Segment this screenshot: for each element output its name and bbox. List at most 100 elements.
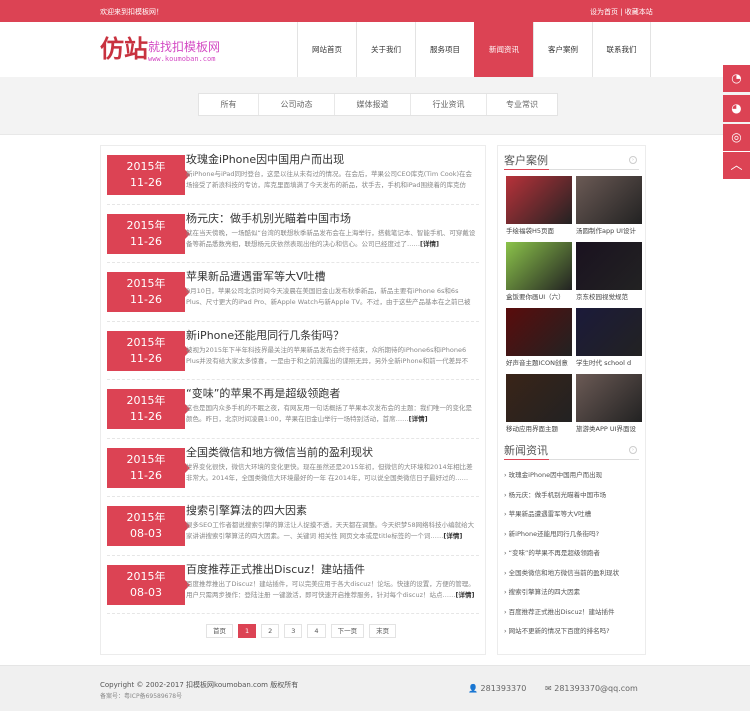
page-link[interactable]: 1 [238, 624, 257, 638]
filter-tab[interactable]: 专业常识 [487, 94, 557, 115]
topbar-links[interactable]: 设为首页 | 收藏本站 [590, 7, 653, 17]
news-link[interactable]: “变味”的苹果不再是超级领跑者 [509, 549, 600, 557]
news-item[interactable]: › 新iPhone还能甩同行几条街吗? [504, 525, 639, 545]
news-link[interactable]: 玫瑰金iPhone因中国用户而出现 [509, 471, 602, 479]
news-item[interactable]: › 搜索引擎算法的四大因素 [504, 583, 639, 603]
case-thumbnail[interactable] [506, 242, 572, 290]
nav-item[interactable]: 联系我们 [592, 22, 651, 77]
case-thumbnail[interactable] [506, 374, 572, 422]
news-item[interactable]: › 网站不更新的情况下百度的排名吗? [504, 622, 639, 642]
date-badge: 2015年 08-03 [107, 564, 190, 605]
case-thumbnail[interactable] [576, 176, 642, 224]
summary-text: 新iPhone与iPad同时登台，这是以往从未有过的情况。在会后，苹果公司CEO… [186, 170, 473, 189]
more-cases-icon[interactable]: › [629, 156, 637, 164]
more-news-icon[interactable]: › [629, 446, 637, 454]
case-thumbnail[interactable] [576, 242, 642, 290]
case-item[interactable]: 旅游类APP UI界面设 [576, 374, 642, 436]
nav-item[interactable]: 服务项目 [415, 22, 474, 77]
case-caption[interactable]: 好声音主题ICON创意 [506, 356, 572, 370]
email-address[interactable]: 281393370@qq.com [554, 684, 638, 693]
page-link[interactable]: 下一页 [330, 624, 365, 638]
case-item[interactable]: 京东校园视觉规范 [576, 242, 642, 304]
nav-item[interactable]: 关于我们 [356, 22, 415, 77]
case-item[interactable]: 学生时代 school d [576, 308, 642, 370]
case-thumbnail[interactable] [506, 176, 572, 224]
case-thumbnail[interactable] [506, 308, 572, 356]
article-summary: 9月10日，苹果公司北京时间今天凌晨在美国旧金山发布秋季新品，新品主要有iPho… [186, 286, 476, 308]
date-day: 11-26 [130, 293, 162, 306]
article-title[interactable]: 苹果新品遭遇雷军等大V吐槽 [186, 268, 326, 284]
cases-header: 客户案例 › [504, 152, 639, 170]
footer: Copyright © 2002-2017 扣模板网koumoban.com 版… [0, 665, 750, 711]
filter-tab[interactable]: 公司动态 [259, 94, 335, 115]
article-list: 2015年 11-26 玫瑰金iPhone因中国用户而出现新iPhone与iPad同… [100, 145, 486, 655]
page-link[interactable]: 4 [307, 624, 326, 638]
icp-number[interactable]: 备案号：粤ICP备69589678号 [100, 691, 182, 700]
read-more-link[interactable]: [详情] [443, 532, 462, 540]
news-item[interactable]: › 全国类微信和地方微信当前的盈利现状 [504, 564, 639, 584]
article-title[interactable]: 百度推荐正式推出Discuz！建站插件 [186, 561, 365, 577]
logo[interactable]: 仿站 就找扣模板网 www.koumoban.com [100, 35, 220, 64]
welcome-text: 欢迎来到扣模板网！ [100, 8, 163, 16]
case-caption[interactable]: 旅游类APP UI界面设 [576, 422, 642, 436]
case-item[interactable]: 盒饭要你画UI（六） [506, 242, 572, 304]
read-more-link[interactable]: [详情] [420, 240, 439, 248]
page-link[interactable]: 2 [261, 624, 280, 638]
news-item[interactable]: › 苹果新品遭遇雷军等大V吐槽 [504, 505, 639, 525]
news-link[interactable]: 百度推荐正式推出Discuz！建站插件 [509, 608, 615, 616]
article-title[interactable]: 玫瑰金iPhone因中国用户而出现 [186, 151, 344, 167]
article-summary: 被视为2015年下半年科技界最关注的苹果新品发布会终于结束，众所期待的iPhon… [186, 345, 476, 367]
article-title[interactable]: “变味”的苹果不再是超级领跑者 [186, 385, 340, 401]
logo-url: www.koumoban.com [148, 55, 216, 63]
back-to-top-icon[interactable]: ︿ [723, 152, 750, 179]
case-caption[interactable]: 手绘福袋H5页面 [506, 224, 572, 238]
case-item[interactable]: 好声音主题ICON创意 [506, 308, 572, 370]
case-item[interactable]: 移动应用界面主题 [506, 374, 572, 436]
case-item[interactable]: 手绘福袋H5页面 [506, 176, 572, 238]
news-item[interactable]: › 杨元庆：做手机别光瞄着中国市场 [504, 486, 639, 506]
news-link[interactable]: 新iPhone还能甩同行几条街吗? [509, 530, 599, 538]
qq-icon[interactable]: ◔ [723, 65, 750, 92]
article-title[interactable]: 搜索引擎算法的四大因素 [186, 502, 307, 518]
article-item: 2015年 11-26 苹果新品遭遇雷军等大V吐槽 9月10日，苹果公司北京时间今天凌… [107, 263, 479, 322]
news-item[interactable]: › 百度推荐正式推出Discuz！建站插件 [504, 603, 639, 623]
case-thumbnail[interactable] [576, 308, 642, 356]
news-link[interactable]: 杨元庆：做手机别光瞄着中国市场 [509, 491, 607, 499]
nav-item[interactable]: 客户案例 [533, 22, 592, 77]
news-link[interactable]: 苹果新品遭遇雷军等大V吐槽 [509, 510, 591, 518]
case-caption[interactable]: 京东校园视觉规范 [576, 290, 642, 304]
filter-band: 所有 公司动态 媒体报道 行业资讯 专业常识 [0, 77, 750, 135]
case-caption[interactable]: 汤圆制作app UI设计 [576, 224, 642, 238]
article-item: 2015年 11-26 全国类微信和地方微信当前的盈利现状 世界变化很快，微信大环境的… [107, 439, 479, 497]
page-link[interactable]: 首页 [206, 624, 233, 638]
filter-tab[interactable]: 媒体报道 [335, 94, 411, 115]
news-link[interactable]: 全国类微信和地方微信当前的盈利现状 [509, 569, 620, 577]
case-caption[interactable]: 移动应用界面主题 [506, 422, 572, 436]
article-title[interactable]: 新iPhone还能甩同行几条街吗？ [186, 327, 344, 343]
case-item[interactable]: 汤圆制作app UI设计 [576, 176, 642, 238]
read-more-link[interactable]: [详情] [409, 415, 428, 423]
news-header: 新闻资讯 › [504, 442, 639, 460]
page-link[interactable]: 末页 [369, 624, 397, 638]
case-caption[interactable]: 盒饭要你画UI（六） [506, 290, 572, 304]
article-title[interactable]: 全国类微信和地方微信当前的盈利现状 [186, 444, 373, 460]
date-badge: 2015年 11-26 [107, 213, 190, 254]
date-badge: 2015年 11-26 [107, 330, 190, 371]
wechat-icon[interactable]: ◕ [723, 95, 750, 122]
article-title[interactable]: 杨元庆：做手机别光瞄着中国市场 [186, 210, 351, 226]
nav-item[interactable]: 新闻资讯 [474, 22, 533, 77]
case-thumbnail[interactable] [576, 374, 642, 422]
case-caption[interactable]: 学生时代 school d [576, 356, 642, 370]
news-link[interactable]: 网站不更新的情况下百度的排名吗? [509, 627, 610, 635]
date-day: 08-03 [130, 527, 162, 540]
filter-tab[interactable]: 所有 [199, 94, 259, 115]
news-item[interactable]: › “变味”的苹果不再是超级领跑者 [504, 544, 639, 564]
news-link[interactable]: 搜索引擎算法的四大因素 [509, 588, 581, 596]
filter-tab[interactable]: 行业资讯 [411, 94, 487, 115]
news-item[interactable]: › 玫瑰金iPhone因中国用户而出现 [504, 466, 639, 486]
read-more-link[interactable]: [详情] [456, 591, 475, 599]
cases-title: 客户案例 [504, 154, 548, 167]
weibo-icon[interactable]: ◎ [723, 124, 750, 151]
nav-item[interactable]: 网站首页 [297, 22, 356, 77]
page-link[interactable]: 3 [284, 624, 303, 638]
